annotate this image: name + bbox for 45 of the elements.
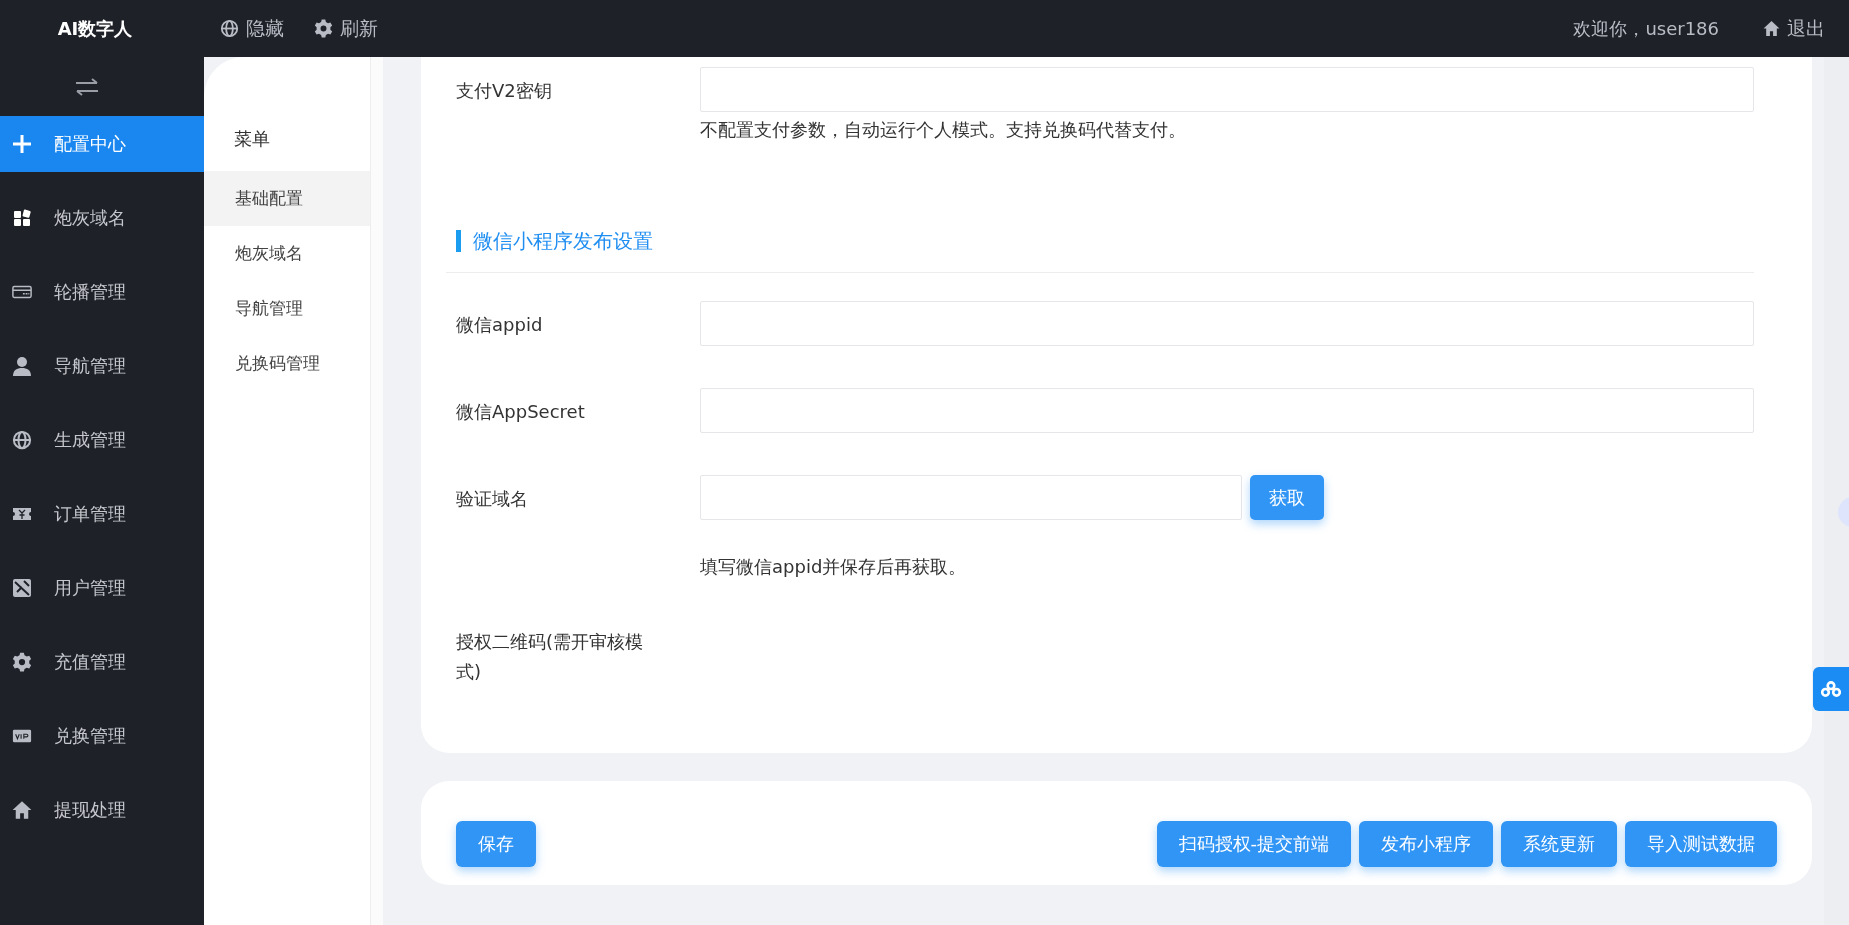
- sidebar-item[interactable]: 兑换管理: [0, 708, 204, 764]
- home-icon: [12, 800, 32, 820]
- field-label: 授权二维码(需开审核模式): [456, 630, 645, 684]
- gear-icon: [12, 652, 32, 672]
- field-label: 微信appid: [456, 313, 544, 337]
- input-field[interactable]: [700, 475, 1242, 520]
- field-label: 支付V2密钥: [456, 79, 553, 103]
- sidebar-item[interactable]: 生成管理: [0, 412, 204, 468]
- gear-icon: [314, 19, 333, 38]
- sidebar-item[interactable]: 提现处理: [0, 782, 204, 838]
- header-button[interactable]: 刷新: [314, 15, 378, 42]
- input-field[interactable]: [700, 67, 1754, 112]
- cloud-link-icon: [1820, 680, 1842, 698]
- submenu-item[interactable]: 导航管理: [204, 281, 370, 336]
- section-title: 微信小程序发布设置: [456, 230, 1754, 252]
- globe-icon: [12, 430, 32, 450]
- home-icon: [1763, 20, 1780, 37]
- sidebar-item[interactable]: 炮灰域名: [0, 190, 204, 246]
- sidebar-item[interactable]: 轮播管理: [0, 264, 204, 320]
- person-icon: [12, 356, 32, 376]
- sidebar-item[interactable]: 用户管理: [0, 560, 204, 616]
- submenu-item[interactable]: 炮灰域名: [204, 226, 370, 281]
- sidebar-item[interactable]: 订单管理: [0, 486, 204, 542]
- logout-button[interactable]: 退出: [1763, 15, 1825, 42]
- floating-tab[interactable]: [1813, 667, 1849, 711]
- input-field[interactable]: [700, 301, 1754, 346]
- field-label: 验证域名: [456, 487, 529, 511]
- header-button[interactable]: 隐藏: [220, 15, 284, 42]
- sidebar-item[interactable]: 充值管理: [0, 634, 204, 690]
- input-field[interactable]: [700, 388, 1754, 433]
- submenu-item[interactable]: 兑换码管理: [204, 336, 370, 391]
- sidebar-item[interactable]: 导航管理: [0, 338, 204, 394]
- map-icon: [12, 578, 32, 598]
- help-text: 不配置支付参数，自动运行个人模式。支持兑换码代替支付。: [700, 118, 1187, 142]
- globe-icon: [220, 19, 239, 38]
- help-text: 填写微信appid并保存后再获取。: [700, 555, 968, 579]
- collapse-toggle-icon[interactable]: [74, 77, 100, 96]
- submenu-item[interactable]: 基础配置: [204, 171, 370, 226]
- sidebar-item[interactable]: 配置中心: [0, 116, 204, 172]
- submenu-title: 菜单: [233, 127, 271, 151]
- brand-title: AI数字人: [56, 16, 134, 41]
- plus-icon: [12, 134, 32, 154]
- blocks-icon: [12, 208, 32, 228]
- welcome-text: 欢迎你，user186: [1573, 16, 1719, 41]
- field-label: 微信AppSecret: [456, 400, 586, 424]
